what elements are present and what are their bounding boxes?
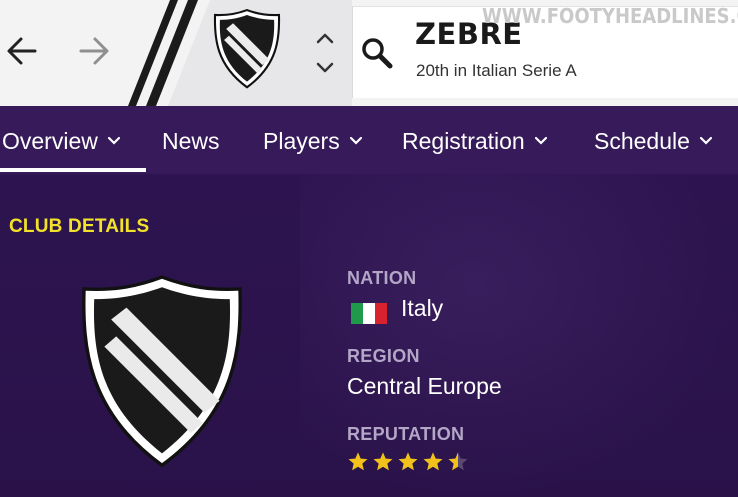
tab-overview[interactable]: Overview (2, 124, 121, 158)
nation-value[interactable]: Italy (401, 295, 443, 322)
tab-registration-label: Registration (402, 127, 525, 154)
region-value: Central Europe (347, 373, 502, 399)
tab-news[interactable]: News (162, 124, 220, 158)
arrow-left-icon (7, 37, 37, 65)
tab-overview-label: Overview (2, 127, 98, 154)
star-icon (398, 452, 418, 471)
flag-stripe (375, 303, 387, 324)
search-button[interactable] (359, 35, 395, 71)
chevron-down-icon (316, 62, 334, 73)
chevron-down-icon (699, 136, 713, 146)
top-bar: ZEBRE 20th in Italian Serie A WWW.FOOTYH… (0, 0, 738, 106)
panel-background-glow (300, 174, 738, 497)
chevron-down-icon (107, 136, 121, 146)
tab-schedule-label: Schedule (594, 127, 690, 154)
tab-registration[interactable]: Registration (402, 124, 548, 158)
active-tab-indicator (0, 168, 146, 172)
tab-bar: Overview News Players Registration Sched… (0, 106, 738, 174)
region-label: REGION (347, 346, 420, 366)
club-switcher (312, 28, 338, 78)
tab-players[interactable]: Players (263, 124, 363, 158)
italy-flag-icon (351, 303, 387, 324)
watermark: WWW.FOOTYHEADLINES.COM (482, 4, 738, 28)
chevron-down-icon (534, 136, 548, 146)
previous-club-button[interactable] (312, 28, 338, 48)
club-crest-icon (82, 275, 242, 468)
section-title: CLUB DETAILS (9, 216, 150, 237)
star-icon (373, 452, 393, 471)
chevron-up-icon (316, 33, 334, 44)
flag-stripe (351, 303, 363, 324)
tab-news-label: News (162, 127, 220, 154)
reputation-stars (347, 451, 469, 475)
star-icon (448, 452, 468, 471)
forward-button[interactable] (72, 26, 116, 76)
tab-schedule[interactable]: Schedule (594, 124, 713, 158)
nation-label: NATION (347, 268, 417, 288)
reputation-label: REPUTATION (347, 424, 465, 444)
back-button[interactable] (0, 26, 44, 76)
club-crest-icon[interactable] (212, 8, 282, 90)
star-icon (423, 452, 443, 471)
club-details-panel: CLUB DETAILS NATION Italy REGION Central… (0, 174, 738, 497)
tab-players-label: Players (263, 127, 340, 154)
star-icon (348, 452, 368, 471)
club-league-position: 20th in Italian Serie A (416, 61, 577, 80)
flag-stripe (363, 303, 375, 324)
next-club-button[interactable] (312, 58, 338, 78)
search-icon (362, 38, 393, 69)
chevron-down-icon (349, 136, 363, 146)
arrow-right-icon (79, 37, 109, 65)
